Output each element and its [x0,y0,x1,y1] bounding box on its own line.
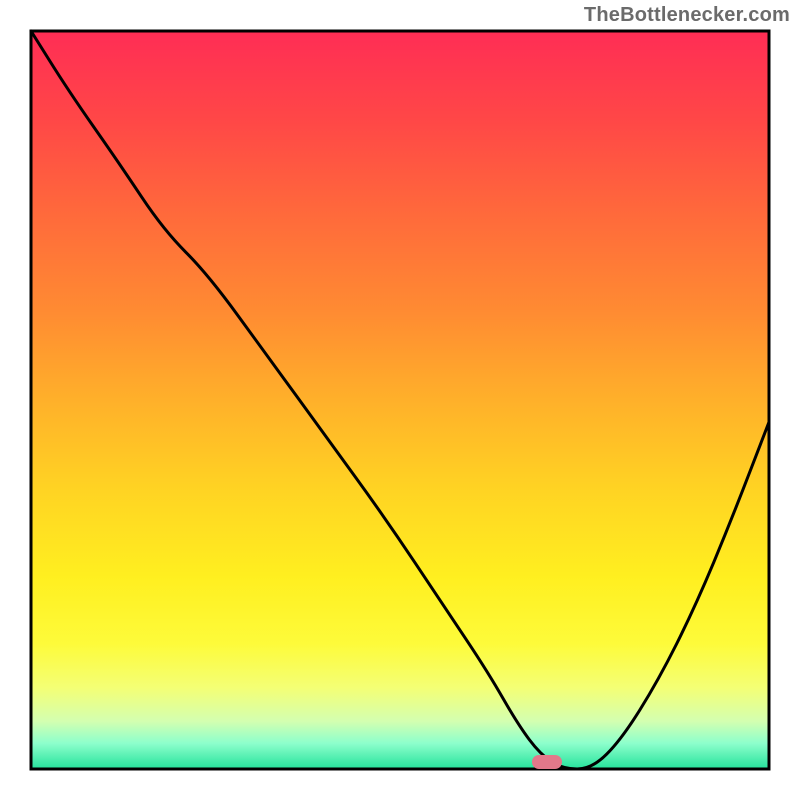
optimal-marker [532,755,562,769]
bottleneck-chart [0,0,800,800]
attribution-label: TheBottlenecker.com [584,4,790,27]
plot-area [31,31,769,769]
chart-container: TheBottlenecker.com [0,0,800,800]
